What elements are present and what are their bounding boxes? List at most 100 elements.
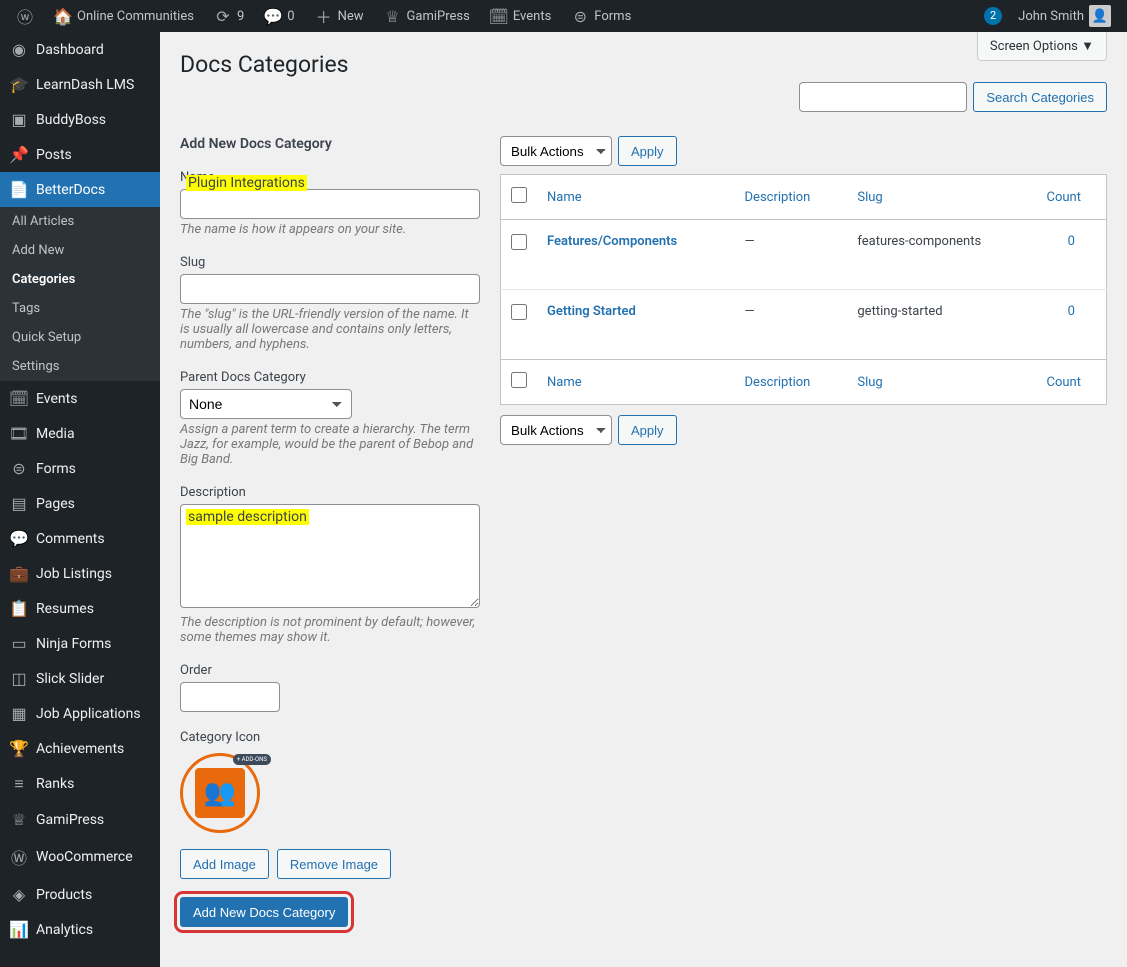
col-description[interactable]: Description — [745, 190, 811, 205]
sidebar-item-buddyboss[interactable]: ▣BuddyBoss — [0, 102, 160, 137]
description-field[interactable] — [180, 504, 480, 608]
col-slug[interactable]: Slug — [857, 375, 882, 390]
forms-label: Forms — [594, 9, 631, 24]
sidebar-item-posts[interactable]: 📌Posts — [0, 137, 160, 172]
bulk-actions-select-bottom[interactable]: Bulk Actions — [500, 415, 612, 445]
sidebar-item-pages[interactable]: ▤Pages — [0, 486, 160, 521]
row-name[interactable]: Features/Components — [547, 234, 677, 249]
sidebar-item-label: Media — [36, 426, 75, 442]
new-link[interactable]: ＋New — [307, 0, 372, 32]
pin-icon: 📌 — [10, 145, 28, 164]
sidebar-item-job-applications[interactable]: ▦Job Applications — [0, 696, 160, 731]
sidebar-item-label: LearnDash LMS — [36, 77, 134, 93]
description-help: The description is not prominent by defa… — [180, 615, 480, 645]
select-all-checkbox-top[interactable] — [511, 187, 527, 203]
sidebar-item-ranks[interactable]: ≡Ranks — [0, 766, 160, 802]
select-all-checkbox-bottom[interactable] — [511, 372, 527, 388]
sidebar-item-events[interactable]: 🗓Events — [0, 381, 160, 416]
sidebar-sub-settings[interactable]: Settings — [0, 352, 160, 381]
screen-options-toggle[interactable]: Screen Options ▼ — [977, 32, 1107, 61]
search-categories-button[interactable]: Search Categories — [973, 82, 1107, 112]
sidebar-item-betterdocs[interactable]: 📄BetterDocs — [0, 172, 160, 207]
row-checkbox[interactable] — [511, 234, 527, 250]
sidebar-item-label: WooCommerce — [36, 849, 133, 865]
ninja-icon: ▭ — [10, 634, 28, 653]
parent-label: Parent Docs Category — [180, 370, 480, 385]
sidebar-sub-tags[interactable]: Tags — [0, 294, 160, 323]
categories-table: Name Description Slug Count Features/Com… — [500, 174, 1107, 405]
sidebar-sub-all-articles[interactable]: All Articles — [0, 207, 160, 236]
slider-icon: ◫ — [10, 669, 28, 688]
sidebar-item-products[interactable]: ◈ Products — [0, 877, 160, 912]
comments-link[interactable]: 💬0 — [256, 0, 302, 32]
user-name: John Smith — [1018, 9, 1084, 24]
comments-count: 0 — [287, 9, 294, 24]
parent-select[interactable]: None — [180, 389, 352, 419]
sidebar-item-resumes[interactable]: 📋Resumes — [0, 591, 160, 626]
events-link[interactable]: 🗓Events — [482, 0, 559, 32]
sidebar-item-dashboard[interactable]: ◉Dashboard — [0, 32, 160, 67]
col-count[interactable]: Count — [1047, 375, 1081, 390]
plus-icon: ＋ — [315, 4, 333, 28]
sidebar-item-analytics[interactable]: 📊Analytics — [0, 912, 160, 947]
updates-link[interactable]: ⟳9 — [206, 0, 252, 32]
sidebar-sub-add-new[interactable]: Add New — [0, 236, 160, 265]
add-image-button[interactable]: Add Image — [180, 849, 269, 879]
sidebar-item-gamipress[interactable]: ♕GamiPress — [0, 802, 160, 837]
sidebar-item-label: Products — [36, 887, 92, 903]
sidebar-item-media[interactable]: 🎞Media — [0, 416, 160, 451]
apply-button-top[interactable]: Apply — [618, 136, 677, 166]
comment-icon: 💬 — [264, 7, 282, 26]
gamipress-link[interactable]: ♕GamiPress — [376, 0, 478, 32]
row-count[interactable]: 0 — [1068, 304, 1075, 319]
col-name[interactable]: Name — [547, 190, 582, 205]
submit-button[interactable]: Add New Docs Category — [180, 897, 348, 927]
sidebar-item-label: Achievements — [36, 741, 124, 757]
bulk-actions-select-top[interactable]: Bulk Actions — [500, 136, 612, 166]
sidebar-item-label: Job Listings — [36, 566, 112, 582]
user-menu[interactable]: John Smith👤 — [1010, 0, 1119, 32]
briefcase-icon: 💼 — [10, 564, 28, 583]
sidebar-item-label: Analytics — [36, 922, 93, 938]
sidebar-item-woocommerce[interactable]: ⓌWooCommerce — [0, 837, 160, 877]
slug-help: The "slug" is the URL-friendly version o… — [180, 307, 480, 352]
pages-icon: ▤ — [10, 494, 28, 513]
notification-badge[interactable]: 2 — [984, 7, 1002, 25]
gamipress-label: GamiPress — [407, 9, 470, 24]
table-row: Getting Started — getting-started 0 — [501, 290, 1107, 360]
learndash-icon: 🎓 — [10, 75, 28, 94]
search-input[interactable] — [799, 82, 967, 112]
row-name[interactable]: Getting Started — [547, 304, 636, 319]
sidebar-item-slick-slider[interactable]: ◫Slick Slider — [0, 661, 160, 696]
sidebar-sub-categories[interactable]: Categories — [0, 265, 160, 294]
order-field[interactable] — [180, 682, 280, 712]
col-slug[interactable]: Slug — [857, 190, 882, 205]
dashboard-icon: ◉ — [10, 40, 28, 59]
row-count[interactable]: 0 — [1068, 234, 1075, 249]
wp-logo[interactable]: ⓦ — [8, 0, 42, 32]
forms-link[interactable]: ⊜Forms — [563, 0, 639, 32]
col-count[interactable]: Count — [1047, 190, 1081, 205]
row-checkbox[interactable] — [511, 304, 527, 320]
crown-icon: ♕ — [10, 810, 28, 829]
remove-image-button[interactable]: Remove Image — [277, 849, 391, 879]
sidebar-item-ninja-forms[interactable]: ▭Ninja Forms — [0, 626, 160, 661]
slug-field[interactable] — [180, 274, 480, 304]
sidebar-item-achievements[interactable]: 🏆Achievements — [0, 731, 160, 766]
sidebar-item-job-listings[interactable]: 💼 Job Listings — [0, 556, 160, 591]
sidebar-sub-quick-setup[interactable]: Quick Setup — [0, 323, 160, 352]
sidebar-item-forms[interactable]: ⊜Forms — [0, 451, 160, 486]
site-link[interactable]: 🏠Online Communities — [46, 0, 202, 32]
apply-button-bottom[interactable]: Apply — [618, 415, 677, 445]
col-description[interactable]: Description — [745, 375, 811, 390]
sidebar-item-learndash[interactable]: 🎓 LearnDash LMS — [0, 67, 160, 102]
sidebar-item-label: Resumes — [36, 601, 94, 617]
products-icon: ◈ — [10, 885, 28, 904]
form-icon: ⊜ — [10, 459, 28, 478]
table-row: Features/Components — features-component… — [501, 220, 1107, 290]
sidebar-item-label: BuddyBoss — [36, 112, 106, 128]
sidebar-item-comments[interactable]: 💬Comments — [0, 521, 160, 556]
name-field[interactable] — [180, 189, 480, 219]
admin-sidebar: ◉Dashboard 🎓 LearnDash LMS ▣BuddyBoss 📌Po… — [0, 32, 160, 967]
col-name[interactable]: Name — [547, 375, 582, 390]
